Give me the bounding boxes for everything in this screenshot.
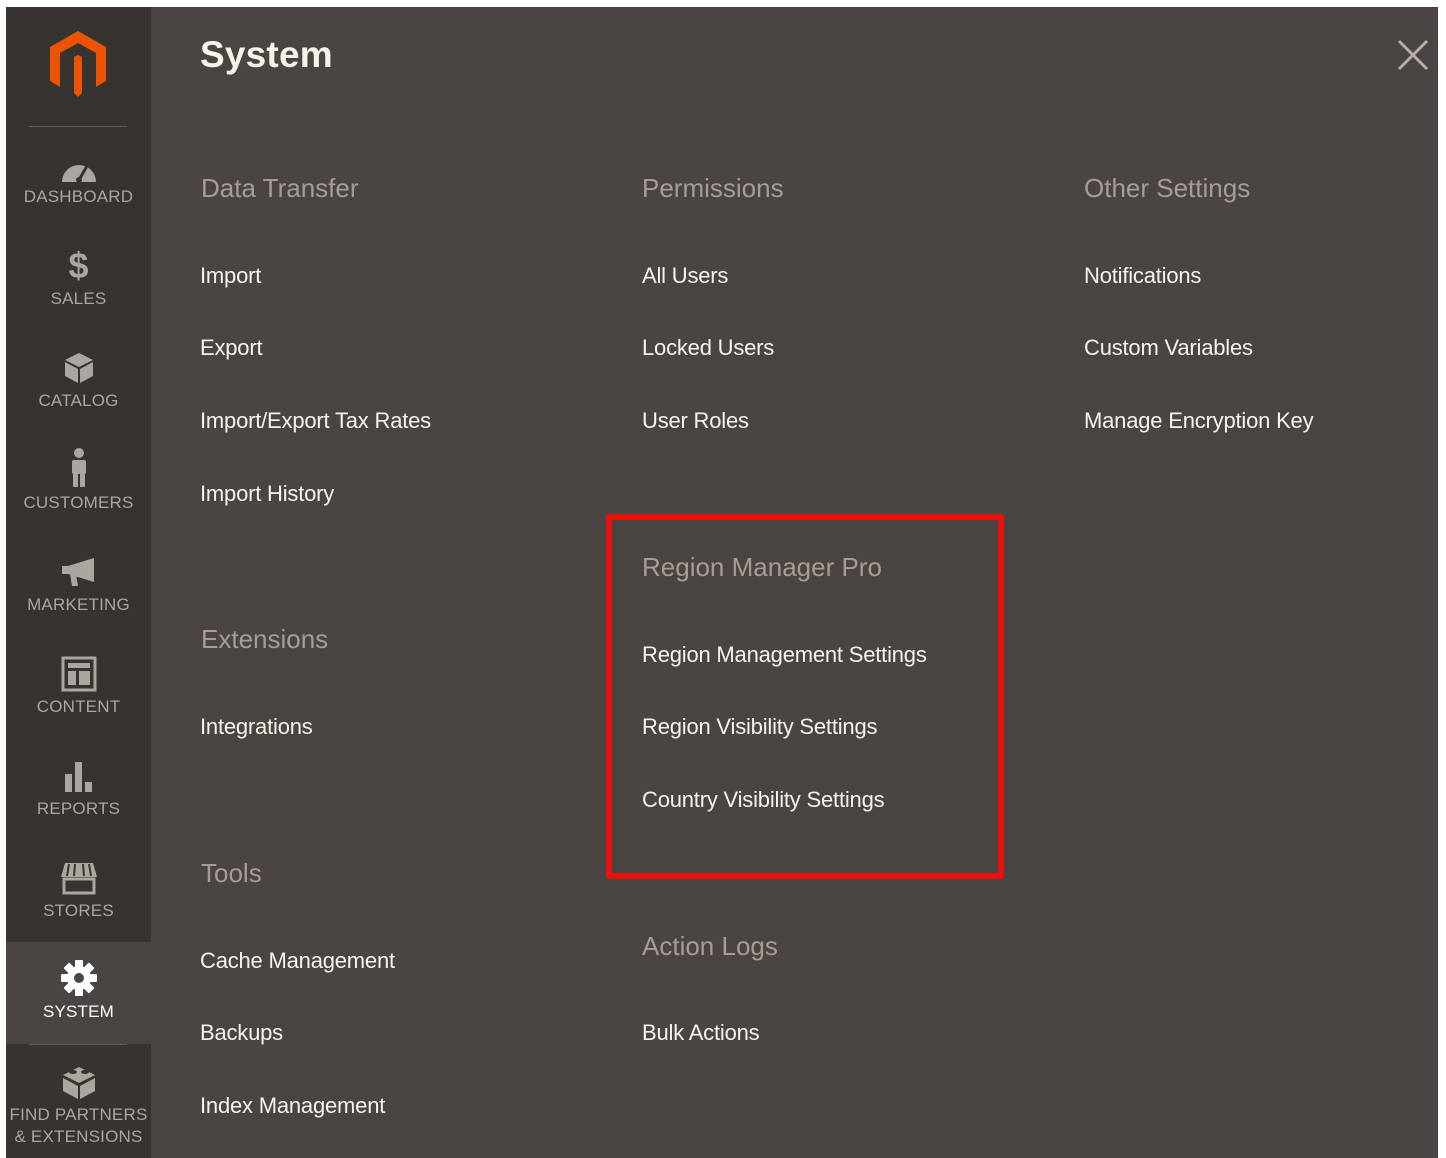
section-action-logs: Action Logs — [642, 931, 778, 962]
section-title: Data Transfer — [201, 173, 359, 203]
section-title: Permissions — [642, 173, 784, 203]
section-tools: Tools — [201, 858, 262, 889]
dollar-icon: $ — [68, 245, 89, 286]
person-icon — [59, 448, 99, 488]
sidebar-item-label: SYSTEM — [42, 1002, 115, 1021]
layout-icon — [59, 654, 99, 694]
section-extensions: Extensions — [201, 624, 328, 655]
link-country-visibility-settings[interactable]: Country Visibility Settings — [642, 787, 885, 813]
link-import-export-tax-rates[interactable]: Import/Export Tax Rates — [200, 408, 431, 434]
page-title: System — [200, 34, 333, 75]
sidebar-item-label: REPORTS — [36, 799, 121, 818]
section-title: Tools — [201, 858, 262, 888]
sidebar-item-find-partners[interactable]: FIND PARTNERS & EXTENSIONS — [6, 1060, 151, 1158]
close-icon[interactable] — [1395, 37, 1431, 73]
link-integrations[interactable]: Integrations — [200, 714, 313, 740]
section-title: Action Logs — [642, 931, 778, 961]
link-custom-variables[interactable]: Custom Variables — [1084, 335, 1253, 361]
sidebar-item-label: CONTENT — [36, 697, 121, 716]
section-permissions: Permissions — [642, 173, 784, 204]
section-data-transfer: Data Transfer — [201, 173, 359, 204]
link-bulk-actions[interactable]: Bulk Actions — [642, 1020, 760, 1046]
section-other-settings: Other Settings — [1084, 173, 1250, 204]
section-title: Other Settings — [1084, 173, 1251, 203]
sidebar-item-label: STORES — [43, 901, 114, 920]
sidebar-item-content[interactable]: CONTENT — [6, 652, 151, 752]
link-user-roles[interactable]: User Roles — [642, 408, 749, 434]
blocks-icon — [59, 1062, 99, 1102]
sidebar-item-label: SALES — [50, 289, 107, 308]
link-import[interactable]: Import — [200, 263, 261, 289]
sidebar: DASHBOARD $ SALES CATALOG CUSTOMERS MARK… — [6, 7, 151, 1158]
gear-icon — [59, 958, 99, 998]
megaphone-icon — [59, 552, 99, 592]
sidebar-item-marketing[interactable]: MARKETING — [6, 550, 151, 650]
sidebar-item-system[interactable]: SYSTEM — [6, 942, 151, 1044]
sidebar-item-sales[interactable]: $ SALES — [6, 244, 151, 344]
link-import-history[interactable]: Import History — [200, 481, 334, 507]
section-title: Region Manager Pro — [642, 552, 882, 582]
sidebar-item-label: CUSTOMERS — [23, 493, 134, 512]
link-locked-users[interactable]: Locked Users — [642, 335, 774, 361]
sidebar-item-label: CATALOG — [38, 391, 119, 410]
link-notifications[interactable]: Notifications — [1084, 263, 1201, 289]
section-title: Extensions — [201, 624, 329, 654]
link-backups[interactable]: Backups — [200, 1020, 283, 1046]
sidebar-item-label: FIND PARTNERS — [9, 1105, 148, 1124]
link-manage-encryption-key[interactable]: Manage Encryption Key — [1084, 408, 1314, 434]
section-region-manager-pro: Region Manager Pro — [642, 552, 882, 583]
sidebar-item-stores[interactable]: STORES — [6, 856, 151, 956]
dashboard-icon — [59, 150, 99, 190]
bar-chart-icon — [59, 756, 99, 796]
sidebar-item-customers[interactable]: CUSTOMERS — [6, 448, 151, 548]
link-cache-management[interactable]: Cache Management — [200, 948, 395, 974]
link-export[interactable]: Export — [200, 335, 263, 361]
link-region-management-settings[interactable]: Region Management Settings — [642, 642, 927, 668]
sidebar-divider — [29, 1044, 127, 1045]
sidebar-item-reports[interactable]: REPORTS — [6, 754, 151, 854]
link-all-users[interactable]: All Users — [642, 263, 728, 289]
sidebar-item-dashboard[interactable]: DASHBOARD — [6, 142, 151, 242]
storefront-icon — [59, 858, 99, 898]
logo-divider — [29, 126, 127, 127]
link-region-visibility-settings[interactable]: Region Visibility Settings — [642, 714, 877, 740]
sidebar-item-label: DASHBOARD — [23, 187, 134, 206]
sidebar-item-label: MARKETING — [27, 595, 130, 614]
box-icon — [59, 348, 99, 388]
sidebar-item-catalog[interactable]: CATALOG — [6, 346, 151, 446]
link-index-management[interactable]: Index Management — [200, 1093, 385, 1119]
magento-logo[interactable] — [48, 29, 108, 99]
sidebar-item-label-line2: & EXTENSIONS — [14, 1127, 143, 1146]
admin-menu-frame: DASHBOARD $ SALES CATALOG CUSTOMERS MARK… — [6, 7, 1438, 1158]
